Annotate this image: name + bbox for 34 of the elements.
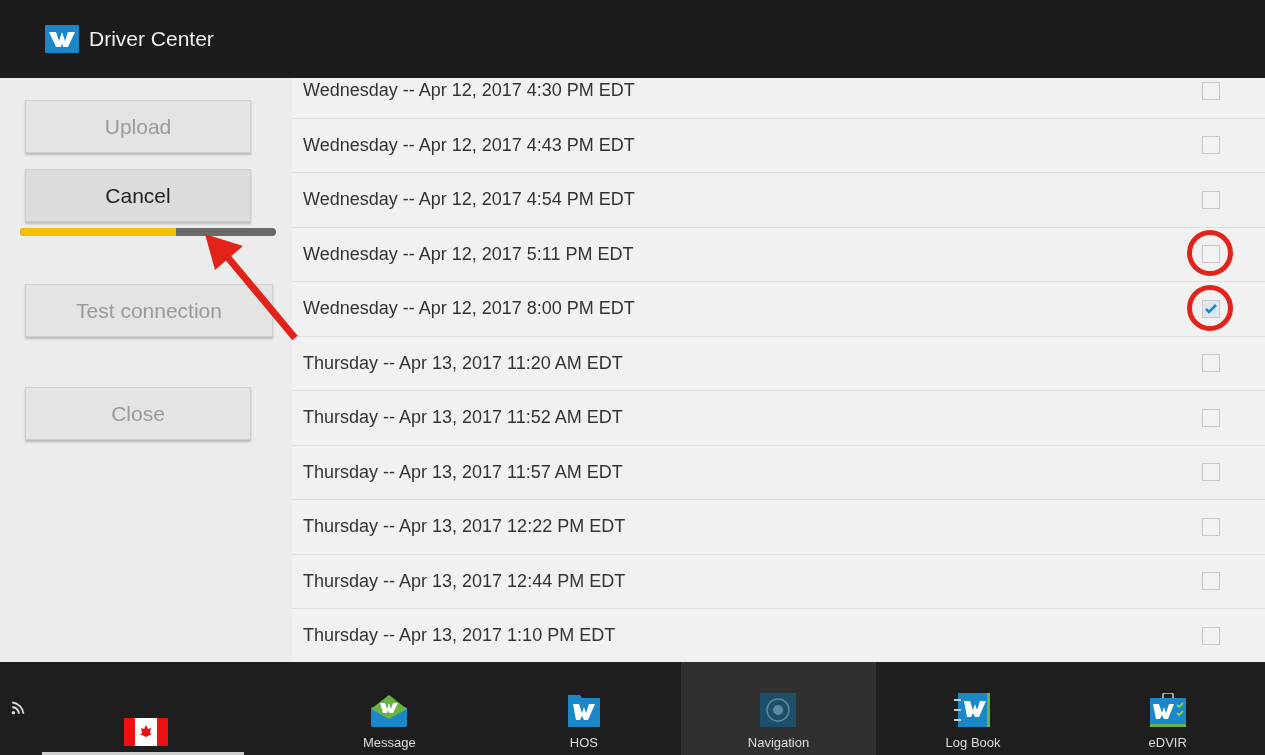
flag-icon bbox=[124, 718, 168, 746]
log-entry: Wednesday -- Apr 12, 2017 8:00 PM EDT bbox=[303, 298, 636, 320]
action-button[interactable]: Cancel bbox=[25, 169, 251, 222]
checkbox[interactable] bbox=[1202, 354, 1220, 373]
app-title: Driver Center bbox=[89, 27, 214, 51]
nav-tab[interactable]: Message bbox=[292, 662, 487, 755]
log-entry: Thursday -- Apr 13, 2017 11:57 AM EDT bbox=[303, 461, 624, 483]
checkbox[interactable] bbox=[1202, 190, 1220, 209]
checkbox[interactable] bbox=[1202, 463, 1220, 482]
log-entry: Wednesday -- Apr 12, 2017 5:11 PM EDT bbox=[303, 243, 635, 265]
compass-icon bbox=[758, 693, 799, 727]
checkbox[interactable] bbox=[1202, 245, 1220, 264]
log-entry: Thursday -- Apr 13, 2017 12:22 PM EDT bbox=[303, 516, 627, 538]
checkbox[interactable] bbox=[1202, 81, 1220, 100]
clipboard-icon bbox=[1147, 693, 1188, 727]
checkbox[interactable] bbox=[1202, 299, 1220, 318]
log-entry: Wednesday -- Apr 12, 2017 4:54 PM EDT bbox=[303, 189, 636, 211]
checkbox[interactable] bbox=[1202, 517, 1220, 536]
log-entry: Thursday -- Apr 13, 2017 1:10 PM EDT bbox=[303, 625, 617, 647]
log-entry: Thursday -- Apr 13, 2017 11:20 AM EDT bbox=[303, 352, 624, 374]
nav-tab[interactable]: HOS bbox=[486, 662, 682, 755]
nav-tab[interactable]: Navigation bbox=[681, 662, 876, 755]
checkbox[interactable] bbox=[1202, 136, 1220, 155]
logo-icon bbox=[45, 24, 79, 54]
envelope-icon bbox=[369, 693, 410, 727]
log-entry: Wednesday -- Apr 12, 2017 4:43 PM EDT bbox=[303, 134, 636, 156]
checkbox[interactable] bbox=[1202, 572, 1220, 591]
checkbox[interactable] bbox=[1202, 408, 1220, 427]
nav-tab[interactable]: eDVIR bbox=[1070, 662, 1265, 755]
log-entry: Thursday -- Apr 13, 2017 12:44 PM EDT bbox=[303, 570, 627, 592]
nav-tab[interactable]: Log Book bbox=[875, 662, 1071, 755]
log-entry: Thursday -- Apr 13, 2017 11:52 AM EDT bbox=[303, 407, 624, 429]
log-entry: Wednesday -- Apr 12, 2017 4:30 PM EDT bbox=[303, 80, 636, 102]
checkbox[interactable] bbox=[1202, 626, 1220, 645]
